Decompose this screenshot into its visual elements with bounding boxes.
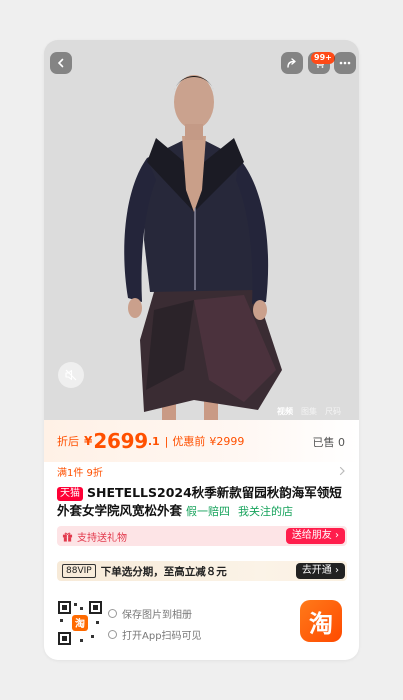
price-value: 2699 [93, 429, 148, 453]
activate-vip-button[interactable]: 去开通 › [295, 563, 345, 579]
mute-button[interactable] [58, 362, 84, 388]
chevron-left-icon [57, 58, 64, 68]
qr-logo-text: 淘 [75, 617, 85, 630]
qr-code: 淘 [58, 601, 102, 645]
chevron-right-icon [339, 466, 345, 476]
discount-row[interactable]: 满1件 9折 [57, 463, 347, 479]
scan-text: 打开App扫码可见 [122, 631, 202, 642]
save-image-hint: 保存图片到相册 [108, 606, 192, 621]
media-tabs: 视频 图集 尺码 [277, 406, 341, 420]
original-price: ¥2999 [209, 434, 245, 448]
gift-icon [62, 532, 73, 542]
vip-badge: 88VIP [62, 564, 96, 578]
taobao-app-logo: 淘 [300, 600, 342, 642]
price-decimal: .1 [147, 435, 160, 448]
gift-text: 支持送礼物 [77, 532, 127, 544]
tmall-badge: 天猫 [57, 487, 83, 501]
followed-store-tag: 我关注的店 [238, 505, 294, 518]
vip-row: 88VIP 下单选分期，至高立减８元 去开通 › [57, 561, 347, 581]
original-price-label: 优惠前 [172, 435, 206, 448]
share-icon [287, 58, 296, 68]
product-title-block[interactable]: 天猫 SHETELLS2024秋季新款留园秋韵海军领短外套女学院风宽松外套 假一赔四… [57, 484, 349, 521]
product-photo[interactable]: 99+ 视频 图集 尺码 [44, 40, 359, 420]
share-button[interactable] [281, 52, 303, 74]
cart-count-badge: 99+ [311, 52, 335, 64]
price-row: 折后 ¥ 2699 .1 | 优惠前 ¥2999 已售 0 [44, 420, 359, 462]
tab-video[interactable]: 视频 [277, 406, 293, 420]
more-button[interactable] [334, 52, 356, 74]
tab-gallery[interactable]: 图集 [301, 406, 317, 420]
price-label: 折后 [57, 435, 79, 448]
product-share-card: 99+ 视频 图集 尺码 折后 ¥ 2699 .1 | 优惠前 ¥2999 已售… [44, 40, 359, 660]
send-to-friend-button[interactable]: 送给朋友 › [285, 528, 345, 544]
speaker-muted-icon [65, 369, 77, 381]
scan-icon [108, 630, 117, 639]
price-separator: | [164, 434, 169, 448]
more-dots-icon [339, 61, 351, 65]
gift-row: 支持送礼物 送给朋友 › [57, 526, 347, 546]
scan-hint: 打开App扫码可见 [108, 627, 202, 642]
model-illustration [44, 40, 359, 420]
discount-text: 满1件 9折 [57, 467, 103, 479]
guarantee-tag: 假一赔四 [186, 505, 231, 518]
save-image-text: 保存图片到相册 [122, 610, 192, 621]
vip-text: 下单选分期，至高立减８元 [100, 565, 227, 578]
price-currency: ¥ [84, 434, 93, 448]
tab-size[interactable]: 尺码 [325, 406, 341, 420]
back-button[interactable] [50, 52, 72, 74]
sold-count: 已售 0 [312, 436, 346, 449]
download-icon [108, 609, 117, 618]
